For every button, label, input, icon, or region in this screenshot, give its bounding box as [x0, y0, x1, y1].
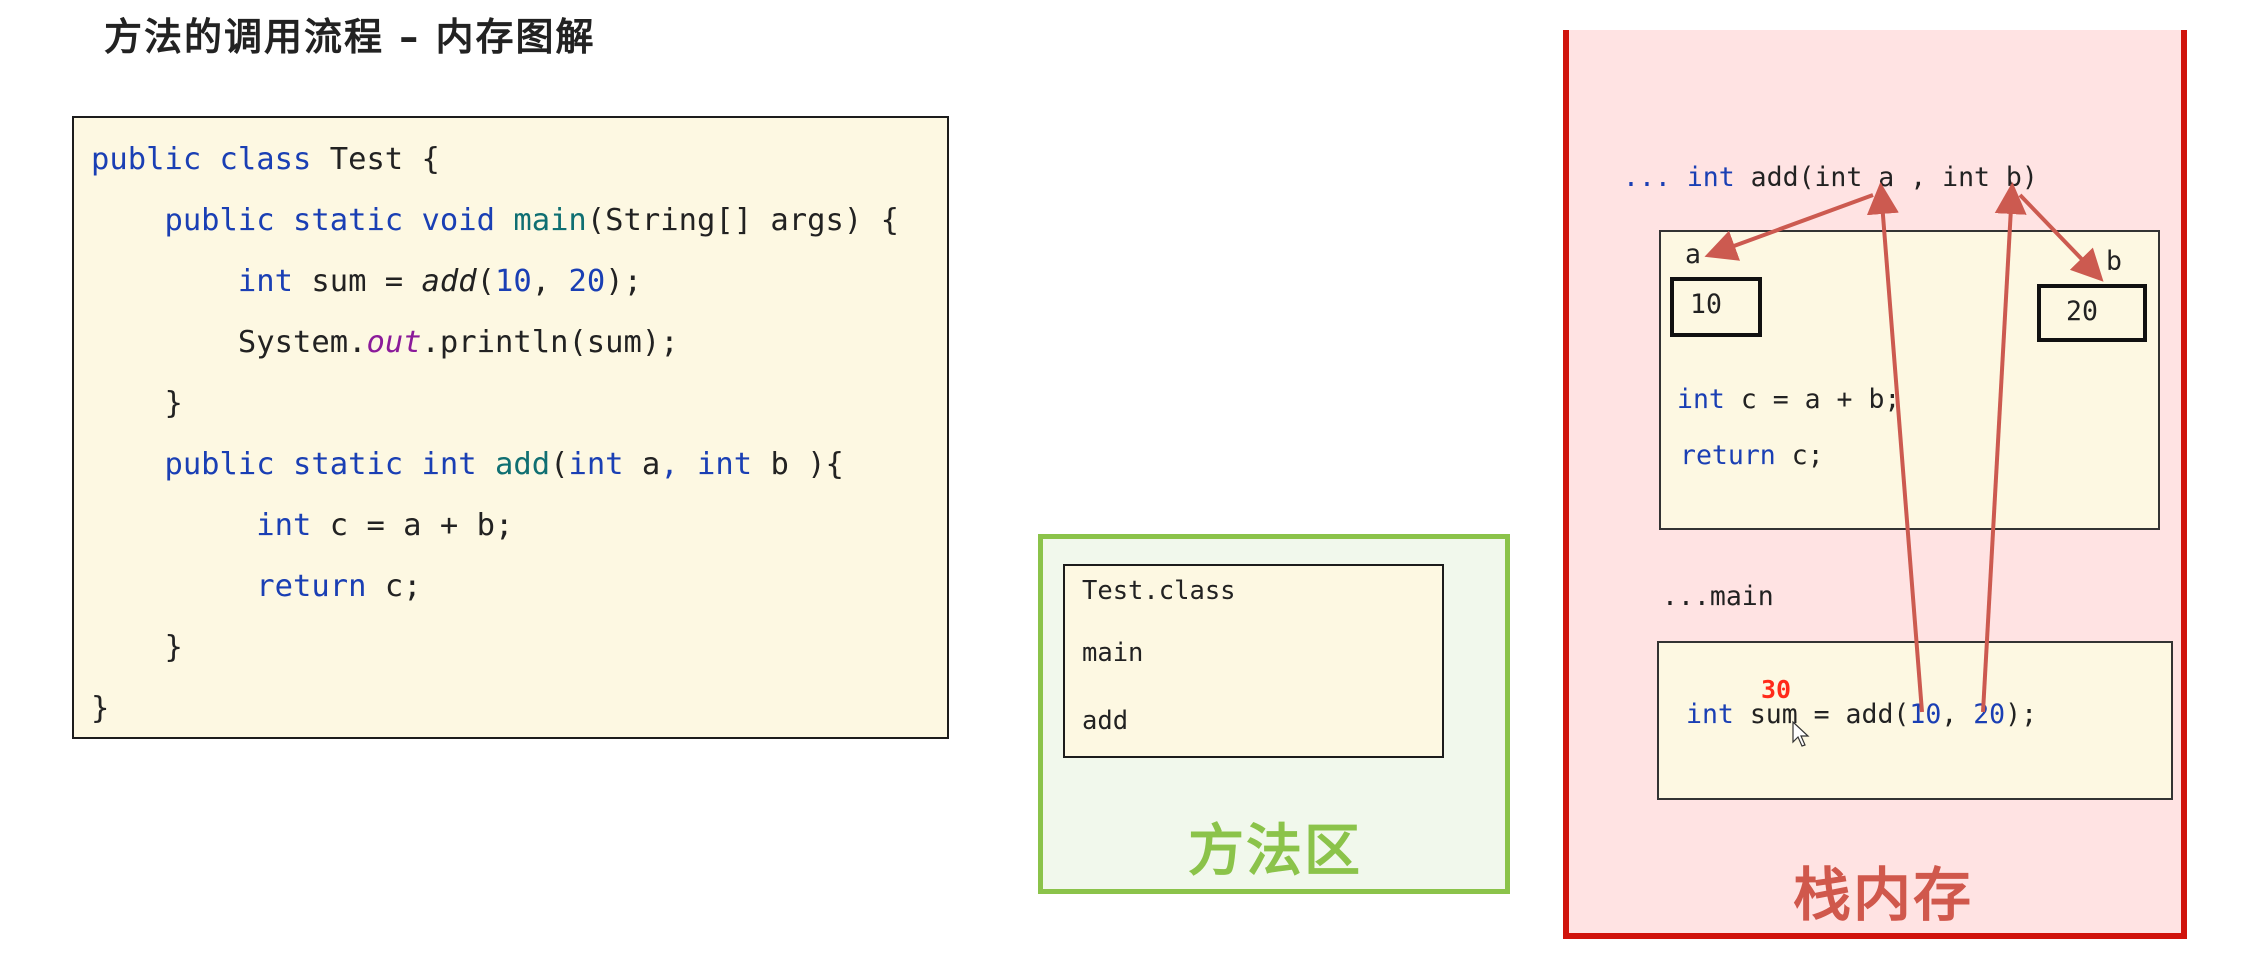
code-token: Test { — [329, 142, 440, 177]
code-token: b ){ — [770, 447, 844, 482]
code-line: return c; — [91, 569, 422, 605]
signature-rest: add(int a , int b) — [1734, 162, 2038, 193]
code-token: , — [531, 264, 569, 299]
code-token: } — [91, 630, 183, 665]
method-area-label: 方法区 — [1188, 819, 1362, 884]
call-suffix: ); — [2005, 699, 2038, 730]
return-value: c; — [1775, 440, 1824, 471]
code-token: } — [91, 691, 110, 726]
method-main: main — [1082, 638, 1144, 668]
code-line: System.out.println(sum); — [91, 325, 679, 361]
main-frame-label: ...main — [1662, 581, 1774, 612]
code-token: ); — [605, 264, 642, 299]
signature-prefix: ... — [1623, 162, 1687, 193]
class-info-box: Test.class main add — [1063, 564, 1444, 758]
code-line: public static void main(String[] args) { — [91, 203, 899, 239]
code-line: public static int add(int a, int b ){ — [91, 447, 844, 483]
code-line: } — [91, 691, 109, 727]
code-token: int — [697, 447, 771, 482]
code-token: ( — [476, 264, 496, 299]
code-token: return — [91, 569, 385, 604]
code-token: public static int — [91, 447, 495, 482]
code-token: System. — [91, 325, 367, 360]
code-token: c; — [384, 569, 422, 604]
code-token: int — [568, 447, 642, 482]
code-token: 20 — [568, 264, 606, 299]
code-token: main — [513, 203, 587, 238]
code-line: int sum = add(10, 20); — [91, 264, 642, 300]
code-token: 10 — [495, 264, 532, 299]
var-a-label: a — [1685, 239, 1701, 270]
signature-return-type: int — [1686, 162, 1735, 193]
code-token: .println(sum); — [421, 325, 679, 360]
var-a-box: 10 — [1670, 277, 1762, 337]
code-token: add — [494, 447, 551, 482]
code-token: public class — [91, 142, 330, 177]
code-token: out — [366, 325, 422, 360]
source-code-panel: public class Test { public static void m… — [72, 116, 949, 739]
var-a-value: 10 — [1690, 289, 1722, 320]
arg-separator: , — [1941, 699, 1974, 730]
call-prefix: sum = add( — [1733, 699, 1910, 730]
code-line: } — [91, 630, 183, 666]
add-line-sum: int c = a + b; — [1677, 385, 1900, 415]
code-token: c = a + b; — [329, 508, 514, 543]
var-b-box: 20 — [2037, 284, 2147, 342]
keyword-int: int — [1677, 384, 1725, 415]
add-signature: ... int add(int a , int b) — [1623, 163, 2038, 193]
code-token: sum = — [311, 264, 422, 299]
code-token: int — [91, 508, 330, 543]
code-line: int c = a + b; — [91, 508, 513, 544]
main-call-line: int sum = add(10, 20); — [1686, 700, 2037, 730]
arg-20: 20 — [1973, 699, 2006, 730]
expression: c = a + b; — [1724, 384, 1901, 415]
page-title: 方法的调用流程 – 内存图解 — [104, 15, 596, 59]
code-token: public static void — [91, 203, 514, 238]
code-token: } — [91, 386, 183, 421]
add-line-return: return c; — [1680, 441, 1824, 471]
code-line: public class Test { — [91, 142, 440, 178]
add-stack-frame — [1659, 230, 2160, 530]
code-token: ( — [550, 447, 569, 482]
var-b-label: b — [2106, 246, 2122, 277]
code-line: } — [91, 386, 183, 422]
code-token: a — [641, 447, 661, 482]
keyword-return: return — [1680, 440, 1776, 471]
keyword-int: int — [1686, 699, 1734, 730]
code-token: add — [421, 264, 477, 299]
stack-memory-label: 栈内存 — [1793, 861, 1974, 929]
code-token: (String[] args) { — [586, 203, 899, 238]
method-add: add — [1082, 706, 1129, 736]
class-name: Test.class — [1082, 576, 1236, 606]
code-token: int — [91, 264, 312, 299]
arg-10: 10 — [1909, 699, 1942, 730]
code-token: , — [660, 447, 698, 482]
var-b-value: 20 — [2066, 296, 2098, 327]
